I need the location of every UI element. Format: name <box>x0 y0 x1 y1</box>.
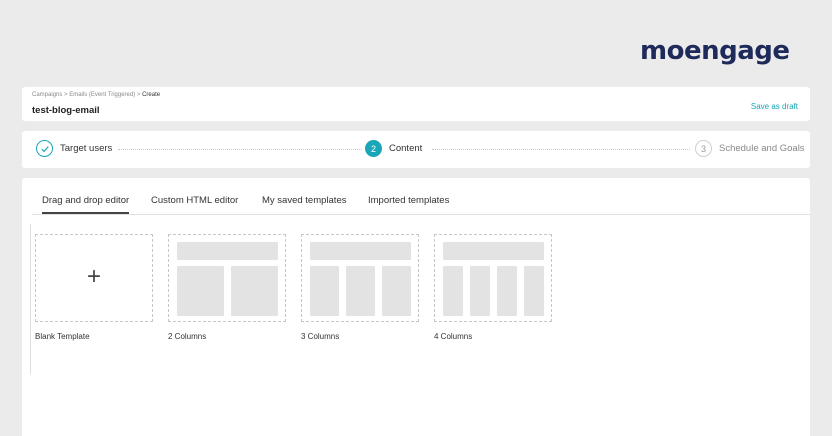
header-block <box>177 242 278 260</box>
divider <box>30 224 31 374</box>
content-editor-panel: Drag and drop editor Custom HTML editor … <box>22 178 810 436</box>
step-connector <box>432 149 690 150</box>
step-number: 3 <box>695 140 712 157</box>
column-block <box>497 266 517 316</box>
step-target-users[interactable]: Target users <box>36 140 112 157</box>
step-label: Target users <box>60 143 113 154</box>
tab-imported-templates[interactable]: Imported templates <box>368 195 449 206</box>
template-thumbnail[interactable] <box>301 234 419 322</box>
step-label: Content <box>389 143 423 154</box>
template-label: 3 Columns <box>301 332 340 341</box>
template-thumbnail[interactable] <box>434 234 552 322</box>
campaign-steps: Target users 2 Content 3 Schedule and Go… <box>22 131 810 168</box>
template-label: 2 Columns <box>168 332 207 341</box>
campaign-header: Campaigns > Emails (Event Triggered) > C… <box>22 87 810 121</box>
header-block <box>443 242 544 260</box>
tab-my-saved-templates[interactable]: My saved templates <box>262 195 346 206</box>
step-connector <box>118 149 362 150</box>
template-4-columns: 4 Columns <box>434 234 552 341</box>
template-label: Blank Template <box>35 332 90 341</box>
template-thumbnail[interactable]: + <box>35 234 153 322</box>
tab-drag-and-drop-editor[interactable]: Drag and drop editor <box>42 195 130 214</box>
column-block <box>443 266 463 316</box>
step-schedule-goals[interactable]: 3 Schedule and Goals <box>695 140 805 157</box>
step-number: 2 <box>365 140 382 157</box>
column-block <box>346 266 375 316</box>
template-label: 4 Columns <box>434 332 473 341</box>
column-block <box>382 266 411 316</box>
template-2-columns: 2 Columns <box>168 234 286 341</box>
page-title: test-blog-email <box>32 105 100 116</box>
column-block <box>310 266 339 316</box>
template-3-columns: 3 Columns <box>301 234 419 341</box>
template-thumbnail[interactable] <box>168 234 286 322</box>
check-icon <box>36 140 53 157</box>
column-block <box>524 266 544 316</box>
breadcrumb-campaigns[interactable]: Campaigns <box>32 92 62 98</box>
header-block <box>310 242 411 260</box>
moengage-logo: moengage <box>640 36 790 66</box>
column-block <box>231 266 278 316</box>
column-block <box>177 266 224 316</box>
step-content[interactable]: 2 Content <box>365 140 422 157</box>
breadcrumb-create: Create <box>142 92 161 98</box>
column-block <box>470 266 490 316</box>
plus-icon: + <box>86 263 101 290</box>
editor-tabs: Drag and drop editor Custom HTML editor … <box>32 190 810 215</box>
breadcrumb-emails[interactable]: Emails (Event Triggered) <box>69 92 135 98</box>
tab-custom-html-editor[interactable]: Custom HTML editor <box>151 195 238 206</box>
template-blank: + Blank Template <box>35 234 153 341</box>
save-as-draft-button[interactable]: Save as draft <box>751 102 798 111</box>
breadcrumb: Campaigns > Emails (Event Triggered) > C… <box>32 92 160 98</box>
step-label: Schedule and Goals <box>719 143 805 154</box>
